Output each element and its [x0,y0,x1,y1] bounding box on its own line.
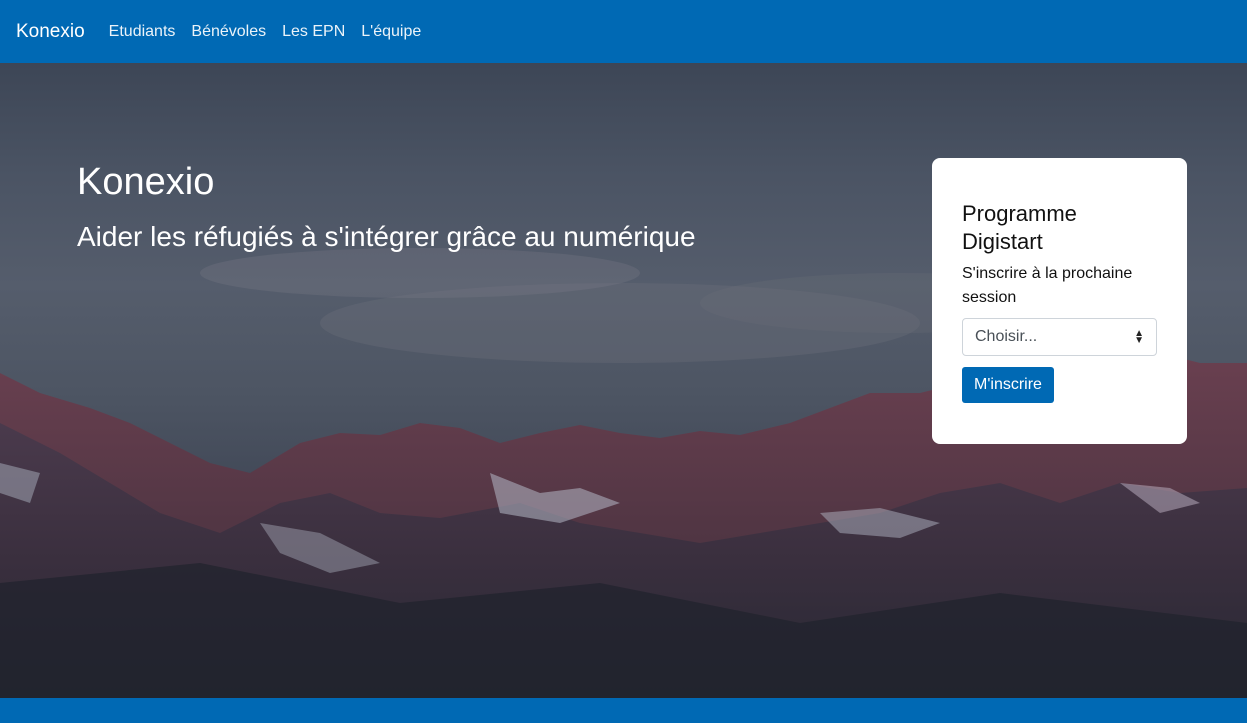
card-text: S'inscrire à la prochaine session [962,265,1133,306]
nav-link-etudiants[interactable]: Etudiants [101,23,184,41]
card-title: Programme Digistart [962,201,1077,254]
footer [0,698,1247,723]
nav-link-equipe[interactable]: L'équipe [353,23,429,41]
session-select-value: Choisir... [975,328,1038,345]
signup-button[interactable]: M'inscrire [962,367,1054,403]
nav-links: Etudiants Bénévoles Les EPN L'équipe [101,23,430,41]
hero-subtitle: Aider les réfugiés à s'intégrer grâce au… [77,221,696,252]
navbar: Konexio Etudiants Bénévoles Les EPN L'éq… [0,0,1247,63]
hero-section: Konexio Aider les réfugiés à s'intégrer … [0,63,1247,698]
nav-link-epn[interactable]: Les EPN [274,23,353,41]
select-caret-icon: ▲ ▼ [1134,328,1144,346]
session-select[interactable]: Choisir... ▲ ▼ [962,318,1157,356]
brand-link[interactable]: Konexio [16,21,85,43]
signup-card: Programme Digistart S'inscrire à la proc… [932,158,1187,444]
hero-title: Konexio [77,161,215,203]
nav-link-benevoles[interactable]: Bénévoles [183,23,274,41]
